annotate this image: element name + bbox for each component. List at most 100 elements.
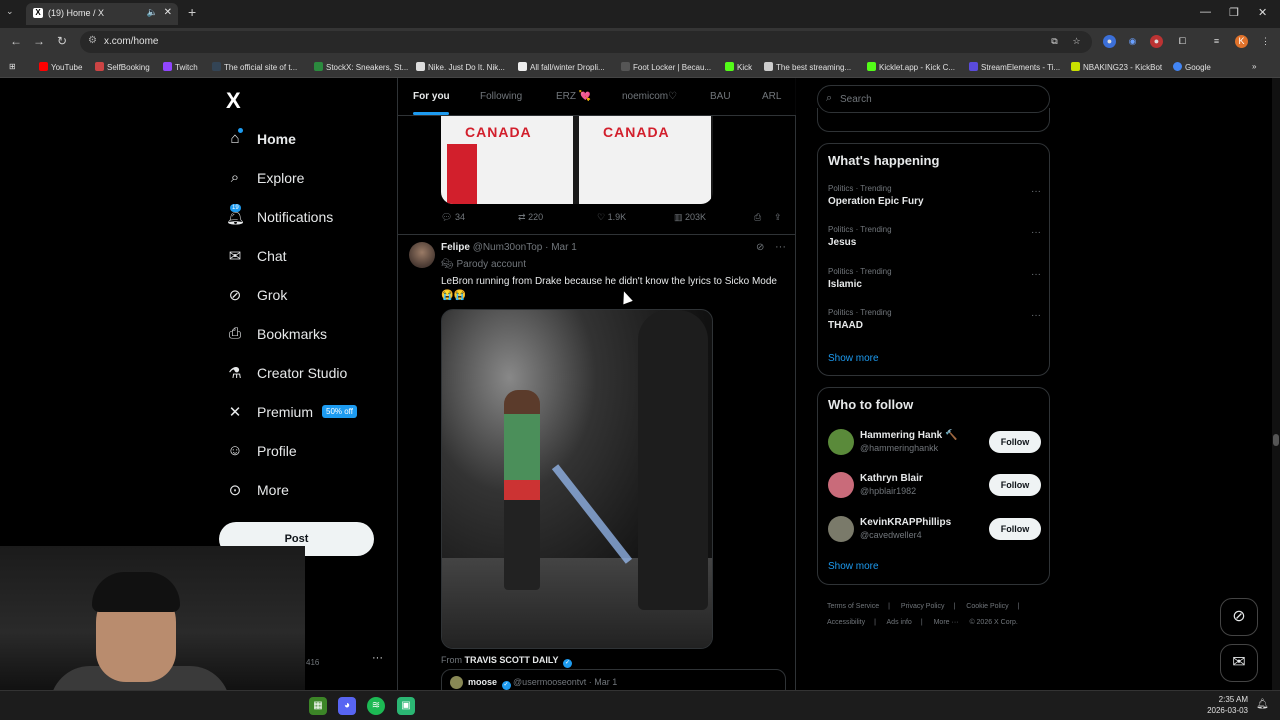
extension-icon[interactable]: ● xyxy=(1150,35,1163,48)
tab-bau[interactable]: BAU xyxy=(710,91,731,102)
new-tab-icon[interactable]: + xyxy=(188,4,196,20)
bookmark-item[interactable]: Nike. Just Do It. Nik... xyxy=(416,62,505,72)
bookmark-item[interactable]: NBAKING23 - KickBot xyxy=(1071,62,1162,72)
follow-button[interactable]: Follow xyxy=(989,474,1041,496)
footer-link[interactable]: Terms of Service xyxy=(827,603,879,610)
minecraft-icon[interactable]: ▦ xyxy=(309,697,327,715)
avatar xyxy=(828,516,854,542)
follow-suggestion[interactable]: Kathryn Blair @hpblair1982 Follow xyxy=(828,469,1041,501)
like-button[interactable]: ♡ 1.9K xyxy=(597,212,626,223)
views-button[interactable]: ▥ 203K xyxy=(674,212,706,223)
more-icon[interactable]: ··· xyxy=(1031,269,1041,280)
minimize-icon[interactable]: — xyxy=(1200,6,1211,18)
account-more-icon[interactable]: ··· xyxy=(372,652,383,664)
post-video[interactable] xyxy=(441,309,713,649)
menu-icon[interactable]: ⋮ xyxy=(1259,35,1272,48)
follow-suggestion[interactable]: Hammering Hank 🔨 @hammeringhankk Follow xyxy=(828,426,1041,458)
speaker-icon[interactable]: 🔈 xyxy=(147,7,158,18)
search-input[interactable]: ⌕ Search xyxy=(817,85,1050,113)
show-more-link[interactable]: Show more xyxy=(828,561,879,572)
avatar[interactable] xyxy=(409,242,435,268)
scrollbar-thumb[interactable] xyxy=(1273,434,1279,446)
follow-suggestion[interactable]: KevinKRAPPhillips @cavedweller4 Follow xyxy=(828,513,1041,545)
share-icon[interactable]: ⇪ xyxy=(774,212,782,223)
spotify-icon[interactable]: ≋ xyxy=(367,697,385,715)
bookmark-item[interactable]: YouTube xyxy=(39,62,82,72)
window-close-icon[interactable]: ✕ xyxy=(1258,6,1267,19)
system-clock[interactable]: 2:35 AM 2026-03-03 xyxy=(1200,694,1248,716)
more-icon[interactable]: ··· xyxy=(1031,186,1041,197)
post-date[interactable]: · Mar 1 xyxy=(545,242,577,253)
discord-icon[interactable]: ◕ xyxy=(338,697,356,715)
account-handle[interactable]: 416 xyxy=(306,658,319,667)
apps-icon[interactable]: ⊞ xyxy=(9,62,16,71)
media-icon[interactable]: ≡ xyxy=(1210,35,1223,48)
app-icon[interactable]: ▣ xyxy=(397,697,415,715)
tab-for-you[interactable]: For you xyxy=(413,91,450,102)
tab-erz[interactable]: ERZ 💘 xyxy=(556,91,591,102)
copyright: © 2026 X Corp. xyxy=(969,619,1018,626)
tab-noemicom[interactable]: noemicom♡ xyxy=(622,91,677,102)
reload-icon[interactable]: ↻ xyxy=(57,34,67,48)
bookmark-item[interactable]: All fall/winter Dropli... xyxy=(518,62,605,72)
extension-icon[interactable]: ● xyxy=(1103,35,1116,48)
trend-item[interactable]: Politics · Trending Islamic ··· xyxy=(828,267,1041,297)
bookmark-item[interactable]: Kick xyxy=(725,62,752,72)
tab-arl[interactable]: ARL xyxy=(762,91,781,102)
messages-fab-icon[interactable]: ✉ xyxy=(1220,644,1258,682)
address-bar[interactable]: ⚙ x.com/home xyxy=(80,31,1092,53)
bookmark-item[interactable]: SelfBooking xyxy=(95,62,150,72)
scrollbar[interactable] xyxy=(1272,78,1280,690)
footer-link[interactable]: Ads info xyxy=(887,619,912,626)
footer-link[interactable]: More ··· xyxy=(934,619,959,626)
bookmark-item[interactable]: StockX: Sneakers, St... xyxy=(314,62,408,72)
site-info-icon[interactable]: ⚙ xyxy=(88,35,97,46)
x-logo[interactable]: X xyxy=(226,88,241,114)
tab-following[interactable]: Following xyxy=(480,91,522,102)
trend-item[interactable]: Politics · Trending THAAD ··· xyxy=(828,308,1041,338)
bookmark-item[interactable]: Google xyxy=(1173,62,1211,72)
follow-button[interactable]: Follow xyxy=(989,518,1041,540)
footer-link[interactable]: Accessibility xyxy=(827,619,865,626)
reply-button[interactable]: 💬︎ 34 xyxy=(441,212,465,223)
author-handle[interactable]: @Num30onTop xyxy=(473,242,543,253)
trend-item[interactable]: Politics · Trending Jesus ··· xyxy=(828,225,1041,255)
browser-tab[interactable]: X (19) Home / X 🔈 ✕ xyxy=(26,3,178,25)
bookmark-item[interactable]: Twitch xyxy=(163,62,198,72)
extension-icon[interactable]: ◉ xyxy=(1126,35,1139,48)
repost-button[interactable]: ⇄ 220 xyxy=(518,212,543,223)
more-icon[interactable]: ··· xyxy=(1031,227,1041,238)
bookmark-item[interactable]: The best streaming... xyxy=(764,62,851,72)
post-image[interactable]: CANADA CANADA xyxy=(441,116,713,204)
install-icon[interactable]: ⧉ xyxy=(1048,35,1061,48)
show-more-link[interactable]: Show more xyxy=(828,353,879,364)
grok-fab-icon[interactable]: ⊘ xyxy=(1220,598,1258,636)
trend-item[interactable]: Politics · Trending Operation Epic Fury … xyxy=(828,184,1041,214)
notification-tray-icon[interactable]: 🔔︎ xyxy=(1256,699,1269,710)
grok-icon[interactable]: ⊘ xyxy=(756,242,764,253)
bookmark-icon: ⎙ xyxy=(228,325,241,342)
more-bookmarks-icon[interactable]: » xyxy=(1252,62,1256,71)
footer-link[interactable]: Cookie Policy xyxy=(966,603,1008,610)
more-icon[interactable]: ··· xyxy=(1031,310,1041,321)
bookmark-item[interactable]: StreamElements - Ti... xyxy=(969,62,1060,72)
restore-icon[interactable]: ❐ xyxy=(1229,6,1239,19)
forward-icon[interactable]: → xyxy=(33,34,45,48)
back-icon[interactable]: ← xyxy=(10,34,22,48)
tab-search-icon[interactable]: ⌄ xyxy=(6,6,14,17)
bookmark-item[interactable]: The official site of t... xyxy=(212,62,297,72)
bookmarks-bar: ⊞ YouTube SelfBooking Twitch The officia… xyxy=(0,56,1280,78)
close-tab-icon[interactable]: ✕ xyxy=(164,7,172,18)
nav-label: Chat xyxy=(257,248,287,264)
star-icon[interactable]: ☆ xyxy=(1070,35,1083,48)
more-icon[interactable]: ··· xyxy=(775,241,786,253)
author-name[interactable]: Felipe xyxy=(441,242,470,253)
follow-button[interactable]: Follow xyxy=(989,431,1041,453)
bookmark-icon[interactable]: ⎙ xyxy=(754,212,761,223)
puzzle-icon[interactable]: ⧠ xyxy=(1176,35,1189,48)
footer-link[interactable]: Privacy Policy xyxy=(901,603,945,610)
bookmark-item[interactable]: Kicklet.app - Kick C... xyxy=(867,62,955,72)
source-link[interactable]: TRAVIS SCOTT DAILY xyxy=(465,655,559,665)
bookmark-item[interactable]: Foot Locker | Becau... xyxy=(621,62,711,72)
profile-avatar[interactable]: K xyxy=(1235,35,1248,48)
